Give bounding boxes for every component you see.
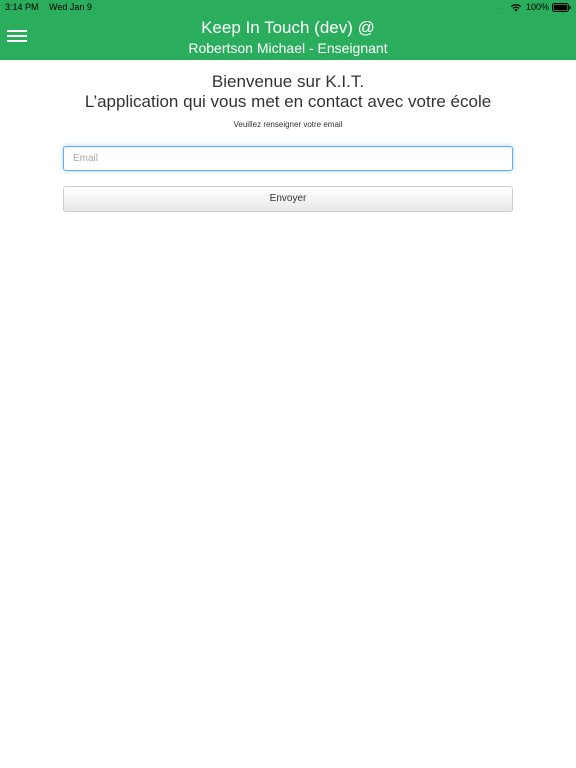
header-subtitle: Robertson Michael - Enseignant xyxy=(188,40,388,56)
app-screen: 3:14 PM Wed Jan 9 .... 100% Keep In Touc… xyxy=(0,0,576,768)
welcome-subtitle: L’application qui vous met en contact av… xyxy=(84,92,492,111)
header-title: Keep In Touch (dev) @ xyxy=(201,18,375,37)
wifi-icon xyxy=(510,4,522,12)
app-header: Keep In Touch (dev) @ Robertson Michael … xyxy=(0,15,576,60)
status-right: .... 100% xyxy=(493,0,571,15)
send-button[interactable]: Envoyer xyxy=(63,186,513,212)
signal-icon: .... xyxy=(493,4,505,11)
status-time: 3:14 PM xyxy=(5,2,39,12)
battery-icon xyxy=(552,3,571,12)
status-left: 3:14 PM Wed Jan 9 xyxy=(5,0,100,15)
status-bar: 3:14 PM Wed Jan 9 .... 100% xyxy=(0,0,576,15)
battery-percent: 100% xyxy=(525,2,549,12)
welcome-title: Bienvenue sur K.I.T. xyxy=(211,72,365,91)
email-input[interactable] xyxy=(63,146,513,171)
status-date: Wed Jan 9 xyxy=(49,2,92,12)
email-instruction: Veuillez renseigner votre email xyxy=(233,120,343,129)
